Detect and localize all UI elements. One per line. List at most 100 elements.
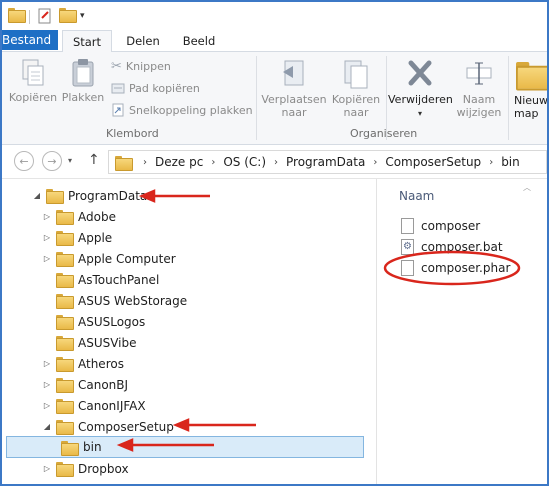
tree-item-astouchpanel[interactable]: AsTouchPanel	[42, 269, 159, 290]
tree-item-apple-computer[interactable]: ▷ Apple Computer	[42, 248, 176, 269]
folder-icon	[56, 399, 74, 414]
chevron-right-icon: ›	[373, 156, 378, 168]
folder-icon[interactable]	[8, 8, 26, 23]
tree-item-asusvibe[interactable]: ASUSVibe	[42, 332, 137, 353]
collapse-arrow-icon[interactable]: ◢	[32, 191, 42, 200]
recent-locations-dropdown-icon[interactable]: ▾	[68, 156, 72, 165]
chevron-right-icon: ›	[489, 156, 494, 168]
new-folder-label: Nieuwe map	[514, 94, 549, 120]
expand-arrow-icon[interactable]: ▷	[42, 359, 52, 368]
rename-label: Naam wijzigen	[456, 93, 502, 119]
copy-icon	[22, 59, 44, 86]
file-item-composer[interactable]: composer	[401, 216, 480, 236]
delete-button[interactable]: Verwijderen ▾	[388, 58, 453, 120]
new-folder-icon[interactable]	[59, 8, 77, 23]
ribbon: Kopiëren Plakken ✂ Knippen Pad kopiëren …	[2, 52, 547, 145]
delete-icon	[408, 60, 432, 86]
folder-icon	[56, 210, 74, 225]
copy-to-button[interactable]: Kopiëren naar	[328, 58, 384, 119]
address-bar[interactable]: › Deze pc › OS (C:) › ProgramData › Comp…	[108, 150, 547, 174]
navigation-tree: ◢ ProgramData ▷ Adobe ▷ Apple ▷ Apple Comput…	[2, 179, 376, 484]
file-item-composer-bat[interactable]: composer.bat	[401, 237, 503, 257]
back-button[interactable]: ←	[14, 151, 34, 171]
breadcrumb-item[interactable]: Deze pc	[155, 155, 203, 169]
forward-button[interactable]: →	[42, 151, 62, 171]
group-label-klembord: Klembord	[106, 127, 159, 140]
tab-delen[interactable]: Delen	[120, 30, 166, 52]
folder-icon	[56, 231, 74, 246]
tree-item-dropbox[interactable]: ▷ Dropbox	[42, 458, 129, 479]
explorer-window: ▾ Bestand Start Delen Beeld Kopiëren Pla…	[0, 0, 549, 486]
tree-item-atheros[interactable]: ▷ Atheros	[42, 353, 124, 374]
file-icon	[401, 260, 414, 276]
expand-arrow-icon[interactable]: ▷	[42, 464, 52, 473]
folder-icon	[56, 462, 74, 477]
cut-label: Knippen	[125, 59, 171, 73]
shortcut-icon	[112, 103, 124, 117]
move-to-button[interactable]: Verplaatsen naar	[260, 58, 328, 119]
folder-icon	[46, 189, 64, 204]
tree-item-label: ComposerSetup	[78, 419, 174, 434]
breadcrumb-item[interactable]: ProgramData	[286, 155, 365, 169]
file-icon	[401, 218, 414, 234]
tab-bestand[interactable]: Bestand	[2, 30, 58, 50]
up-button[interactable]: ↑	[88, 152, 100, 168]
arrow-left-icon: ←	[19, 154, 29, 168]
folder-icon	[56, 420, 74, 435]
collapse-arrow-icon[interactable]: ◢	[42, 422, 52, 431]
tree-item-label: AsTouchPanel	[78, 272, 160, 287]
paste-button[interactable]: Plakken	[60, 58, 106, 104]
cut-button[interactable]: ✂ Knippen	[111, 57, 171, 75]
tree-item-apple[interactable]: ▷ Apple	[42, 227, 112, 248]
tree-item-canonbj[interactable]: ▷ CanonBJ	[42, 374, 128, 395]
expand-arrow-icon[interactable]: ▷	[42, 380, 52, 389]
breadcrumb-item[interactable]: bin	[501, 155, 520, 169]
sort-ascending-icon: ︿	[523, 183, 531, 192]
tab-beeld[interactable]: Beeld	[174, 30, 224, 52]
expand-arrow-icon[interactable]: ▷	[42, 254, 52, 263]
group-label-organiseren: Organiseren	[350, 127, 418, 140]
column-header-name[interactable]: Naam	[399, 189, 434, 203]
tree-item-label: ASUSLogos	[78, 314, 146, 329]
chevron-right-icon: ›	[274, 156, 279, 168]
folder-icon	[56, 273, 74, 288]
customize-dropdown-icon[interactable]: ▾	[80, 11, 85, 21]
new-folder-button[interactable]: Nieuwe map	[510, 58, 549, 120]
batch-file-icon	[401, 239, 414, 255]
tree-item-label: bin	[83, 440, 102, 454]
tree-item-adobe[interactable]: ▷ Adobe	[42, 206, 116, 227]
arrow-right-icon: →	[47, 154, 57, 168]
tree-item-composersetup[interactable]: ◢ ComposerSetup	[42, 416, 174, 437]
copy-button[interactable]: Kopiëren	[8, 58, 58, 104]
folder-icon	[56, 336, 74, 351]
file-list: ︿ Naam composer composer.bat composer.ph…	[377, 179, 547, 484]
file-item-composer-phar[interactable]: composer.phar	[401, 258, 510, 278]
arrow-up-icon: ↑	[88, 152, 100, 168]
breadcrumb-item[interactable]: OS (C:)	[223, 155, 266, 169]
tree-item-label: ASUS WebStorage	[78, 293, 188, 308]
expand-arrow-icon[interactable]: ▷	[42, 233, 52, 242]
file-name: composer.bat	[421, 240, 503, 254]
move-to-label: Verplaatsen naar	[261, 93, 327, 119]
breadcrumb-item[interactable]: ComposerSetup	[385, 155, 481, 169]
folder-icon	[56, 294, 74, 309]
tree-item-label: ProgramData	[68, 188, 148, 203]
properties-icon[interactable]	[37, 8, 53, 24]
tree-item-bin[interactable]: bin	[6, 436, 364, 458]
expand-arrow-icon[interactable]: ▷	[42, 401, 52, 410]
tree-item-asuslogos[interactable]: ASUSLogos	[42, 311, 145, 332]
copy-path-icon	[111, 83, 125, 94]
tree-item-canonijfax[interactable]: ▷ CanonIJFAX	[42, 395, 146, 416]
folder-icon	[115, 155, 133, 171]
tab-start[interactable]: Start	[62, 30, 112, 53]
copy-path-button[interactable]: Pad kopiëren	[111, 79, 200, 97]
group-divider	[508, 56, 509, 140]
tree-item-label: Apple	[78, 230, 113, 245]
tree-item-asus-webstorage[interactable]: ASUS WebStorage	[42, 290, 187, 311]
paste-shortcut-button[interactable]: Snelkoppeling plakken	[111, 101, 253, 119]
expand-arrow-icon[interactable]: ▷	[42, 212, 52, 221]
tree-item-programdata[interactable]: ◢ ProgramData	[32, 185, 147, 206]
tree-item-label: CanonIJFAX	[78, 398, 146, 413]
clipboard-icon	[72, 59, 94, 87]
rename-button[interactable]: Naam wijzigen	[452, 58, 506, 119]
